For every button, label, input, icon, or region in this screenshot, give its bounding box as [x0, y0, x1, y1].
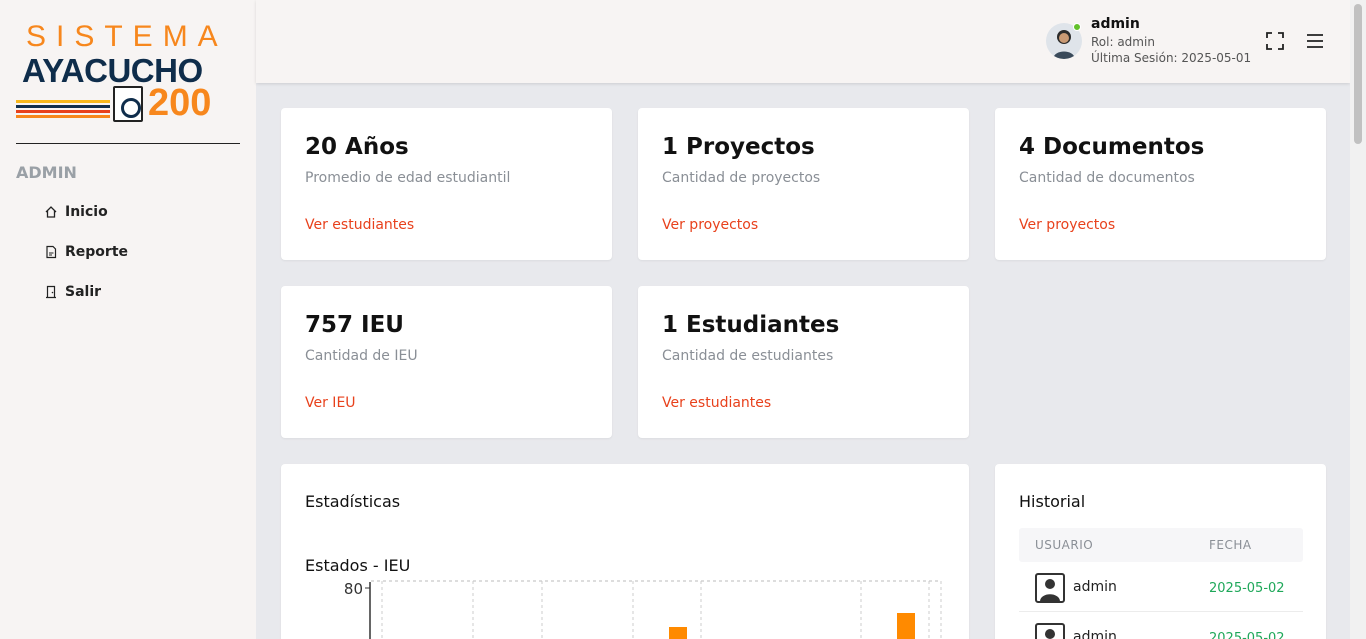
sistema-ayacucho-200-logo[interactable]: SISTEMA AYACUCHO 200 — [16, 20, 240, 130]
stat-value: 1 Proyectos — [662, 134, 815, 160]
sidebar-item-reporte[interactable]: Reporte — [44, 232, 128, 272]
history-user: admin — [1073, 629, 1117, 639]
sidebar-item-label: Inicio — [65, 204, 108, 220]
history-date: 2025-05-02 — [1209, 631, 1285, 639]
logo-top-text: SISTEMA — [26, 20, 228, 53]
online-status-dot — [1073, 23, 1081, 31]
user-name: admin — [1091, 16, 1140, 32]
sidebar-menu: Inicio Reporte Salir — [44, 192, 128, 312]
sidebar-divider — [16, 143, 240, 144]
stat-card-ieu: 757 IEU Cantidad de IEU Ver IEU — [281, 286, 612, 438]
fullscreen-button[interactable] — [1265, 31, 1285, 51]
stat-value: 4 Documentos — [1019, 134, 1205, 160]
estados-ieu-chart: 80 — [344, 580, 942, 639]
ver-estudiantes-link[interactable]: Ver estudiantes — [305, 217, 414, 233]
stat-card-estudiantes: 1 Estudiantes Cantidad de estudiantes Ve… — [638, 286, 969, 438]
history-date: 2025-05-02 — [1209, 581, 1285, 596]
last-session: Última Sesión: 2025-05-01 — [1091, 51, 1252, 65]
sidebar: SISTEMA AYACUCHO 200 ADMIN Inicio Report… — [0, 0, 256, 639]
stat-value: 757 IEU — [305, 312, 404, 338]
exit-door-icon — [46, 285, 56, 299]
sidebar-item-salir[interactable]: Salir — [44, 272, 128, 312]
history-table-header: USUARIO FECHA — [1019, 528, 1303, 562]
history-row: admin 2025-05-02 — [1019, 614, 1303, 639]
ver-estudiantes-link[interactable]: Ver estudiantes — [662, 395, 771, 411]
home-icon — [45, 206, 57, 218]
menu-toggle-button[interactable] — [1305, 31, 1325, 51]
fullscreen-icon — [1266, 32, 1284, 50]
stat-value: 20 Años — [305, 134, 409, 160]
chart-title: Estados - IEU — [305, 556, 411, 575]
chart-bar — [897, 613, 915, 639]
scrollbar-thumb[interactable] — [1354, 4, 1362, 144]
history-title: Historial — [1019, 492, 1086, 511]
stat-label: Cantidad de estudiantes — [662, 348, 834, 364]
column-header-usuario: USUARIO — [1035, 538, 1094, 552]
stat-card-edad: 20 Años Promedio de edad estudiantil Ver… — [281, 108, 612, 260]
logo-stripes — [16, 100, 110, 120]
sidebar-item-label: Salir — [65, 284, 102, 300]
top-header: admin Rol: admin Última Sesión: 2025-05-… — [256, 0, 1350, 83]
page-scrollbar[interactable] — [1350, 0, 1366, 639]
logo-number-text: 200 — [148, 82, 212, 124]
stat-label: Cantidad de documentos — [1019, 170, 1195, 186]
report-icon — [46, 245, 57, 259]
hamburger-menu-icon — [1307, 34, 1323, 48]
ver-proyectos-link[interactable]: Ver proyectos — [662, 217, 758, 233]
ver-ieu-link[interactable]: Ver IEU — [305, 395, 356, 411]
y-tick-label: 80 — [344, 580, 363, 598]
ver-proyectos-link[interactable]: Ver proyectos — [1019, 217, 1115, 233]
chart-bar — [669, 627, 687, 639]
document-search-icon — [113, 86, 143, 122]
column-header-fecha: FECHA — [1209, 538, 1252, 552]
statistics-card: Estadísticas Estados - IEU 80 — [281, 464, 969, 639]
stat-label: Cantidad de IEU — [305, 348, 418, 364]
stat-value: 1 Estudiantes — [662, 312, 840, 338]
sidebar-item-label: Reporte — [65, 244, 129, 260]
user-icon — [1035, 573, 1065, 603]
statistics-title: Estadísticas — [305, 492, 401, 511]
sidebar-item-inicio[interactable]: Inicio — [44, 192, 128, 232]
history-user: admin — [1073, 579, 1117, 595]
sidebar-section-title: ADMIN — [16, 163, 77, 182]
stat-card-documentos: 4 Documentos Cantidad de documentos Ver … — [995, 108, 1326, 260]
user-icon — [1035, 623, 1065, 639]
stat-card-proyectos: 1 Proyectos Cantidad de proyectos Ver pr… — [638, 108, 969, 260]
stat-label: Cantidad de proyectos — [662, 170, 821, 186]
history-row: admin 2025-05-02 — [1019, 564, 1303, 612]
user-role: Rol: admin — [1091, 35, 1155, 49]
stat-label: Promedio de edad estudiantil — [305, 170, 511, 186]
history-card: Historial USUARIO FECHA admin 2025-05-02… — [995, 464, 1326, 639]
